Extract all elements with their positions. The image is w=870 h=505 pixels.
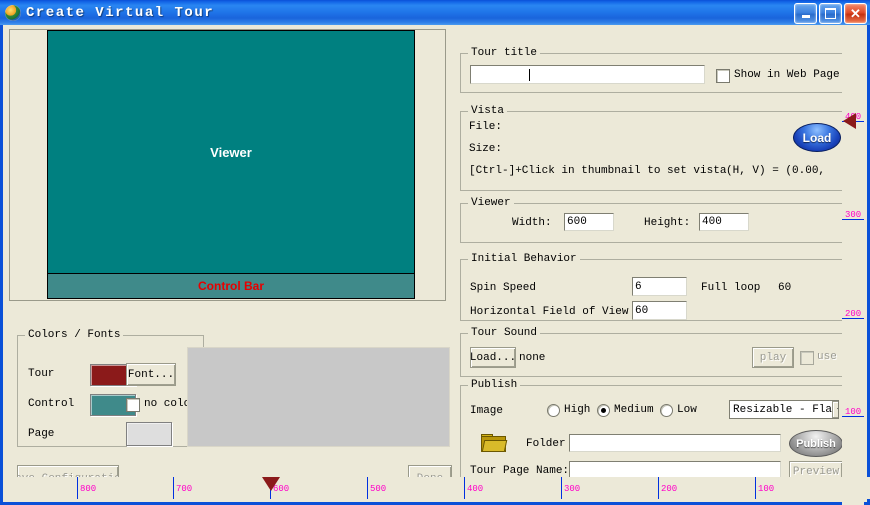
- close-icon: ✕: [850, 6, 861, 21]
- ruler-tick-label: 200: [661, 484, 678, 494]
- viewer-height-input[interactable]: 400: [699, 213, 749, 231]
- quality-medium-label: Medium: [614, 404, 654, 416]
- publish-legend: Publish: [468, 379, 521, 391]
- page-color-label: Page: [28, 428, 55, 440]
- ruler-tick-label: 400: [467, 484, 484, 494]
- maximize-icon: [825, 8, 836, 19]
- tour-color-label: Tour: [28, 368, 55, 380]
- tour-title-input[interactable]: [470, 65, 705, 84]
- sound-load-button[interactable]: Load...: [470, 347, 516, 368]
- sound-use-label: use: [817, 351, 837, 363]
- maximize-button[interactable]: [819, 3, 842, 24]
- page-color-swatch[interactable]: [126, 422, 172, 446]
- colors-fonts-group: Colors / Fonts Tour Font... Control no c…: [17, 329, 204, 447]
- tour-sound-legend: Tour Sound: [468, 327, 541, 339]
- viewer-preview-frame: Viewer Control Bar: [9, 29, 446, 301]
- viewer-size-group: Viewer Width: 600 Height: 400: [460, 197, 845, 243]
- quality-high-radio[interactable]: [547, 404, 560, 417]
- close-button[interactable]: ✕: [844, 3, 867, 24]
- folder-input[interactable]: [569, 434, 781, 452]
- text-caret: [529, 68, 530, 81]
- viewer-width-label: Width:: [512, 217, 552, 229]
- hfov-input[interactable]: 60: [632, 301, 687, 320]
- show-in-web-page-checkbox[interactable]: [716, 69, 730, 83]
- left-pane: Viewer Control Bar Colors / Fonts Tour F…: [5, 27, 452, 493]
- control-bar-preview-label: Control Bar: [198, 279, 264, 293]
- title-bar: Create Virtual Tour ✕: [0, 0, 870, 26]
- vista-file-label: File:: [469, 121, 503, 133]
- vista-legend: Vista: [468, 105, 508, 117]
- show-in-web-page-label: Show in Web Page: [734, 69, 840, 81]
- quality-medium-radio[interactable]: [597, 404, 610, 417]
- tour-title-group: Tour title Show in Web Page: [460, 47, 845, 93]
- tour-page-name-label: Tour Page Name:: [470, 465, 570, 477]
- no-color-checkbox[interactable]: [126, 398, 140, 412]
- full-loop-label: Full loop: [701, 282, 761, 294]
- ruler-tick-label: 300: [845, 210, 862, 220]
- horizontal-ruler-marker[interactable]: [262, 477, 280, 491]
- sound-play-button[interactable]: play: [752, 347, 794, 368]
- app-window: Create Virtual Tour ✕ Viewer Control Bar…: [0, 0, 870, 505]
- viewer-height-label: Height:: [644, 217, 691, 229]
- publish-format-value: Resizable - Fla: [733, 403, 833, 416]
- vista-load-button[interactable]: Load: [793, 123, 841, 152]
- minimize-icon: [801, 15, 810, 18]
- viewer-size-legend: Viewer: [468, 197, 514, 209]
- folder-label: Folder: [526, 438, 566, 450]
- full-loop-value: 60: [778, 282, 792, 294]
- initial-behavior-legend: Initial Behavior: [468, 253, 580, 265]
- ruler-tick-label: 300: [564, 484, 581, 494]
- viewer-preview[interactable]: Viewer: [47, 30, 415, 274]
- colors-fonts-legend: Colors / Fonts: [25, 329, 124, 341]
- hfov-label: Horizontal Field of View: [470, 306, 629, 318]
- globe-icon: [5, 4, 21, 21]
- horizontal-ruler[interactable]: 800 700 600 500 400 300 200 100: [6, 477, 870, 499]
- thumbnail-panel[interactable]: [187, 347, 450, 447]
- initial-behavior-group: Initial Behavior Spin Speed 6 Full loop …: [460, 253, 845, 321]
- viewer-width-input[interactable]: 600: [564, 213, 614, 231]
- window-controls: ✕: [794, 3, 867, 24]
- spin-speed-input[interactable]: 6: [632, 277, 687, 296]
- vista-size-label: Size:: [469, 143, 503, 155]
- folder-icon[interactable]: [481, 434, 508, 452]
- vista-group: Vista File: Size: [Ctrl-]+Click in thumb…: [460, 105, 845, 191]
- vista-hint: [Ctrl-]+Click in thumbnail to set vista: [469, 165, 727, 177]
- sound-file-name: none: [519, 352, 546, 364]
- control-color-label: Control: [28, 398, 75, 410]
- quality-high-label: High: [564, 404, 591, 416]
- quality-low-radio[interactable]: [660, 404, 673, 417]
- image-quality-label: Image: [470, 405, 504, 417]
- viewer-preview-label: Viewer: [210, 144, 252, 160]
- publish-group: Publish Image High Medium Low Resizable …: [460, 379, 845, 485]
- ruler-tick-label: 700: [176, 484, 193, 494]
- chevron-down-icon[interactable]: [832, 401, 838, 418]
- vista-hv-readout: (H, V) = (0.00,: [726, 165, 826, 177]
- control-bar-preview[interactable]: Control Bar: [47, 274, 415, 299]
- quality-low-label: Low: [677, 404, 697, 416]
- tour-title-legend: Tour title: [468, 47, 541, 59]
- right-pane: Tour title Show in Web Page Vista File: …: [460, 27, 848, 485]
- window-title: Create Virtual Tour: [26, 4, 215, 21]
- ruler-tick-label: 500: [370, 484, 387, 494]
- tour-sound-group: Tour Sound Load... none play use: [460, 327, 845, 377]
- tour-font-button[interactable]: Font...: [126, 363, 176, 386]
- ruler-tick-label: 100: [758, 484, 775, 494]
- publish-button[interactable]: Publish: [789, 430, 843, 457]
- vertical-ruler-marker[interactable]: [843, 113, 856, 129]
- publish-format-select[interactable]: Resizable - Fla: [729, 400, 839, 419]
- sound-use-checkbox[interactable]: [800, 351, 814, 365]
- ruler-tick-label: 800: [80, 484, 97, 494]
- window-body: Viewer Control Bar Colors / Fonts Tour F…: [0, 25, 870, 505]
- ruler-tick-label: 100: [845, 407, 862, 417]
- ruler-tick-label: 200: [845, 309, 862, 319]
- vertical-ruler[interactable]: 400 300 200 100: [842, 50, 864, 505]
- minimize-button[interactable]: [794, 3, 817, 24]
- spin-speed-label: Spin Speed: [470, 282, 537, 294]
